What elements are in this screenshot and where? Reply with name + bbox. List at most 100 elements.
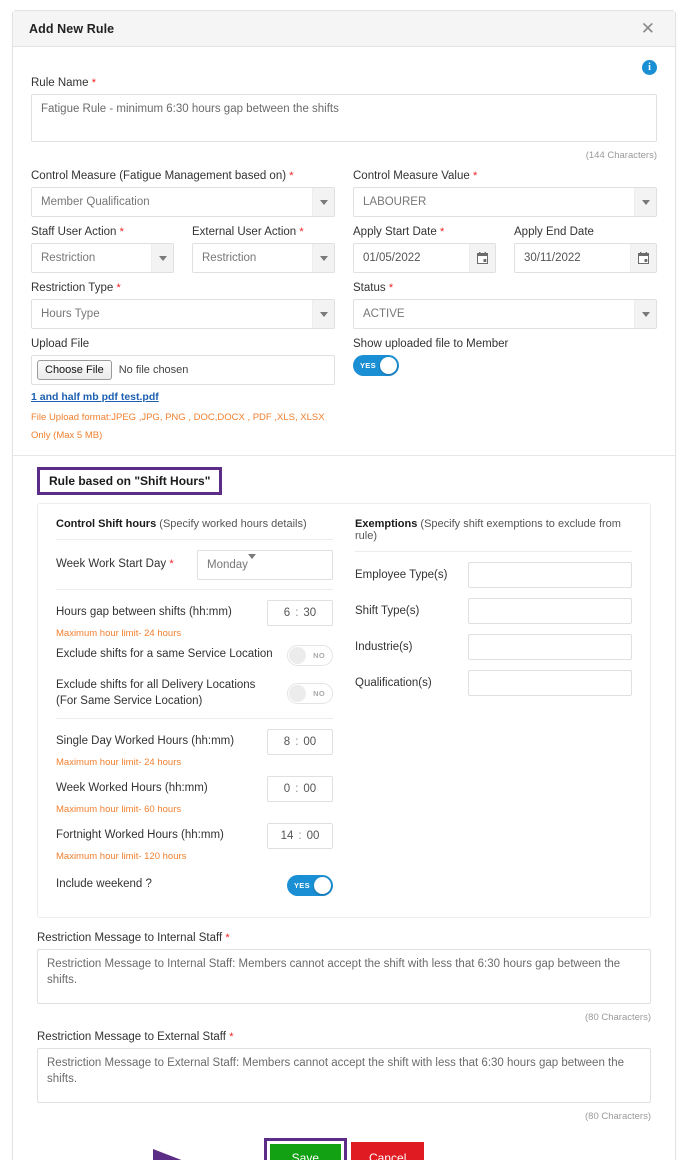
apply-start-date-input[interactable]: 01/05/2022 (353, 243, 496, 273)
single-day-worked-hours-input[interactable]: 8 : 00 (267, 729, 333, 756)
required-marker: * (388, 282, 394, 294)
control-shift-hours-heading-rest: (Specify worked hours details) (156, 518, 307, 531)
info-row: i (31, 57, 657, 77)
control-measure-label-text: Control Measure (Fatigue Management base… (31, 170, 287, 182)
qualifications-input[interactable] (468, 670, 632, 697)
show-uploaded-toggle-state: YES (360, 361, 376, 370)
divider (56, 589, 333, 591)
control-measure-value: Member Qualification (41, 196, 150, 208)
toggle-knob (289, 646, 306, 664)
show-uploaded-field: Show uploaded file to Member YES (353, 338, 657, 445)
required-marker: * (225, 932, 230, 945)
fortnight-worked-mm: 00 (306, 830, 320, 843)
info-icon[interactable]: i (642, 59, 657, 75)
required-marker: * (169, 558, 174, 571)
save-button[interactable]: Save (269, 1144, 341, 1160)
week-worked-hh: 0 (283, 783, 291, 796)
external-user-action-field: External User Action * Restriction (192, 226, 335, 273)
cancel-button[interactable]: Cancel (351, 1142, 425, 1160)
single-day-hh: 8 (283, 736, 291, 749)
required-marker: * (229, 1031, 234, 1044)
control-measure-row: Control Measure (Fatigue Management base… (31, 170, 657, 217)
internal-message-label-text: Restriction Message to Internal Staff (37, 932, 223, 945)
upload-file-field: Upload File Choose File No file chosen 1… (31, 338, 335, 445)
external-message-label-text: Restriction Message to External Staff (37, 1031, 226, 1044)
exclude-same-service-toggle-state: NO (313, 650, 325, 660)
internal-message-input[interactable]: Restriction Message to Internal Staff: M… (37, 949, 651, 1005)
staff-user-action-field: Staff User Action * Restriction (31, 226, 174, 273)
exemptions-panel: Exemptions (Specify shift exemptions to … (355, 518, 632, 899)
control-measure-label: Control Measure (Fatigue Management base… (31, 170, 335, 182)
external-user-action-select[interactable]: Restriction (192, 243, 335, 273)
week-worked-hours-input[interactable]: 0 : 00 (267, 776, 333, 803)
include-weekend-toggle-state: YES (294, 880, 310, 890)
employee-types-input[interactable] (468, 562, 632, 589)
fortnight-worked-hours-input[interactable]: 14 : 00 (267, 823, 333, 850)
hours-gap-row: Hours gap between shifts (hh:mm) 6 : 30 (56, 599, 333, 627)
modal-body: i Rule Name * Fatigue Rule - minimum 6:3… (13, 47, 675, 1160)
external-message-input[interactable]: Restriction Message to External Staff: M… (37, 1048, 651, 1104)
qualifications-label: Qualification(s) (355, 677, 432, 690)
external-message-char-count: (80 Characters) (585, 1111, 651, 1123)
single-day-worked-hours-sublabel: Maximum hour limit- 24 hours (56, 757, 182, 769)
uploaded-file-link[interactable]: 1 and half mb pdf test.pdf (31, 391, 159, 403)
required-marker: * (91, 77, 97, 89)
hours-gap-sublabel: Maximum hour limit- 24 hours (56, 628, 182, 640)
status-select[interactable]: ACTIVE (353, 299, 657, 329)
include-weekend-toggle[interactable]: YES (287, 874, 333, 896)
staff-user-action-select[interactable]: Restriction (31, 243, 174, 273)
restriction-type-select[interactable]: Hours Type (31, 299, 335, 329)
hours-gap-input[interactable]: 6 : 30 (267, 600, 333, 627)
toggle-knob (314, 876, 331, 894)
upload-file-label: Upload File (31, 338, 90, 350)
restriction-type-label: Restriction Type * (31, 282, 335, 294)
control-measure-value-select[interactable]: LABOURER (353, 187, 657, 217)
calendar-icon[interactable] (630, 244, 656, 272)
fortnight-worked-hours-row: Fortnight Worked Hours (hh:mm) 14 : 00 (56, 822, 333, 850)
external-user-action-value: Restriction (202, 252, 257, 264)
exclude-all-delivery-label-line2: (For Same Service Location) (56, 694, 203, 707)
industries-label: Industrie(s) (355, 641, 413, 654)
show-uploaded-toggle[interactable]: YES (353, 355, 399, 376)
exclude-all-delivery-label: Exclude shifts for all Delivery Location… (56, 678, 255, 709)
week-work-start-day-select[interactable]: Monday (197, 550, 333, 581)
control-shift-hours-heading-bold: Control Shift hours (56, 518, 157, 531)
status-field: Status * ACTIVE (353, 282, 657, 329)
chevron-down-icon (151, 244, 173, 272)
single-day-worked-hours-row: Single Day Worked Hours (hh:mm) 8 : 00 (56, 728, 333, 756)
calendar-icon[interactable] (469, 244, 495, 272)
rule-name-input[interactable]: Fatigue Rule - minimum 6:30 hours gap be… (31, 94, 657, 142)
week-worked-hours-sublabel: Maximum hour limit- 60 hours (56, 804, 182, 816)
shift-types-input[interactable] (468, 598, 632, 625)
exclude-same-service-toggle[interactable]: NO (287, 644, 333, 666)
chevron-down-icon (312, 244, 334, 272)
external-message-block: Restriction Message to External Staff * … (37, 1031, 651, 1122)
control-measure-value-field: Control Measure Value * LABOURER (353, 170, 657, 217)
control-measure-select[interactable]: Member Qualification (31, 187, 335, 217)
exclude-same-service-row: Exclude shifts for a same Service Locati… (56, 641, 333, 669)
single-day-worked-hours-label: Single Day Worked Hours (hh:mm) (56, 735, 235, 748)
toggle-knob (289, 685, 306, 703)
rule-name-label-text: Rule Name (31, 77, 89, 89)
internal-message-char-count: (80 Characters) (585, 1012, 651, 1024)
exemption-row-qualifications: Qualification(s) (355, 670, 632, 697)
file-input-control[interactable]: Choose File No file chosen (31, 355, 335, 385)
time-separator: : (295, 607, 299, 620)
time-separator: : (295, 783, 299, 796)
industries-input[interactable] (468, 634, 632, 661)
week-work-start-day-row: Week Work Start Day * Monday (56, 550, 333, 581)
show-uploaded-label: Show uploaded file to Member (353, 338, 509, 350)
section-divider (13, 455, 675, 457)
required-marker: * (472, 170, 478, 182)
shift-hours-card: Control Shift hours (Specify worked hour… (37, 503, 651, 919)
internal-message-label: Restriction Message to Internal Staff * (37, 932, 651, 944)
hours-gap-mm: 30 (303, 607, 317, 620)
exclude-all-delivery-label-line1: Exclude shifts for all Delivery Location… (56, 679, 256, 692)
choose-file-button[interactable]: Choose File (37, 360, 112, 380)
close-icon[interactable]: ✕ (637, 18, 659, 39)
exclude-all-delivery-toggle[interactable]: NO (287, 683, 333, 705)
exemption-row-industries: Industrie(s) (355, 634, 632, 661)
exemption-row-shift-type: Shift Type(s) (355, 598, 632, 625)
apply-start-date-label: Apply Start Date * (353, 226, 496, 238)
apply-end-date-input[interactable]: 30/11/2022 (514, 243, 657, 273)
